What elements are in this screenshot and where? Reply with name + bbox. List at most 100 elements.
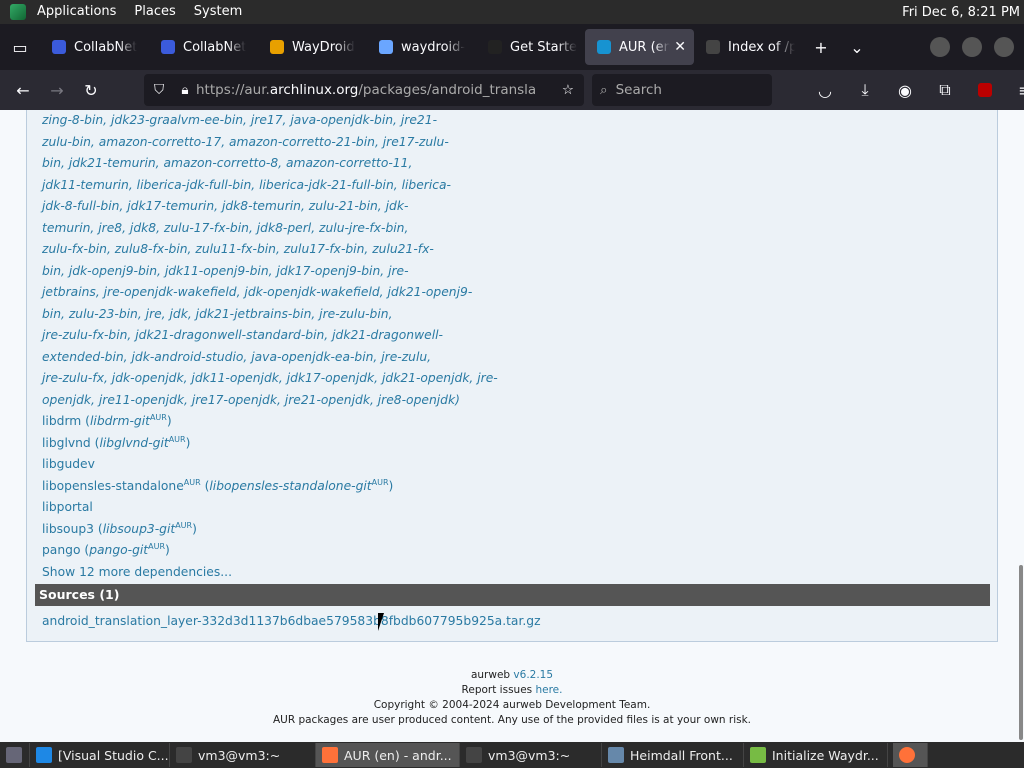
taskbar-window-button[interactable]: Initialize Waydr... [744, 743, 888, 767]
extensions-icon[interactable]: ⧉ [928, 74, 962, 106]
dependency-link[interactable]: libportal [42, 500, 93, 514]
window-maximize-icon[interactable] [962, 37, 982, 57]
page-content: zing-8-bin, jdk23-graalvm-ee-bin, jre17,… [0, 110, 1024, 742]
back-button[interactable]: ← [6, 74, 40, 106]
account-icon[interactable]: ◉ [888, 74, 922, 106]
dependency-item[interactable]: libportal [42, 497, 502, 519]
tab-3[interactable]: waydroid- [367, 29, 476, 65]
alternative-provider-link[interactable]: libopensles-standalone-git [209, 479, 371, 493]
show-desktop-icon[interactable] [0, 743, 30, 767]
search-input[interactable]: ⌕ Search [592, 74, 772, 106]
aur-badge: AUR [149, 412, 167, 422]
tab-title: Get Starte [510, 39, 577, 55]
java-alternatives-line[interactable]: bin, jdk21-temurin, amazon-corretto-8, a… [42, 153, 502, 175]
tab-overview-icon[interactable]: ▭ [0, 29, 40, 65]
ublock-icon[interactable] [968, 74, 1002, 106]
forward-button[interactable]: → [40, 74, 74, 106]
places-menu[interactable]: Places [125, 0, 184, 24]
java-alternatives-line[interactable]: temurin, jre8, jdk8, zulu-17-fx-bin, jdk… [42, 218, 502, 240]
java-alternatives-line[interactable]: jdk-8-full-bin, jdk17-temurin, jdk8-temu… [42, 196, 502, 218]
taskbar-window-button[interactable]: vm3@vm3:~ [460, 743, 602, 767]
java-alternatives-line[interactable]: jetbrains, jre-openjdk-wakefield, jdk-op… [42, 282, 502, 304]
java-alternatives-line[interactable]: zulu-fx-bin, zulu8-fx-bin, zulu11-fx-bin… [42, 239, 502, 261]
pocket-icon[interactable]: ◡ [808, 74, 842, 106]
tab-favicon-icon [488, 40, 502, 54]
system-top-panel: Applications Places System Fri Dec 6, 8:… [0, 0, 1024, 24]
java-alternatives-line[interactable]: jre-zulu-fx-bin, jdk21-dragonwell-standa… [42, 325, 502, 347]
window-minimize-icon[interactable] [930, 37, 950, 57]
tab-strip: ▭ CollabNet CollabNet WayDroid waydroid- Get… [0, 24, 1024, 70]
window-close-icon[interactable] [994, 37, 1014, 57]
dependency-item[interactable]: libopensles-standaloneAUR (libopensles-s… [42, 476, 502, 498]
dependency-item[interactable]: pango (pango-gitAUR) [42, 540, 502, 562]
dependency-item[interactable]: libglvnd (libglvnd-gitAUR) [42, 433, 502, 455]
alternative-provider-link[interactable]: libsoup3-git [103, 522, 175, 536]
reload-button[interactable]: ↻ [74, 74, 108, 106]
tab-title: WayDroid [292, 39, 355, 55]
java-alternatives-line[interactable]: zulu-bin, amazon-corretto-17, amazon-cor… [42, 132, 502, 154]
java-alternatives-line[interactable]: bin, zulu-23-bin, jre, jdk, jdk21-jetbra… [42, 304, 502, 326]
tab-5[interactable]: AUR (en)✕ [585, 29, 694, 65]
tab-1[interactable]: CollabNet [149, 29, 258, 65]
report-issues-link[interactable]: here. [535, 684, 562, 696]
dependency-link[interactable]: libsoup3 [42, 522, 94, 536]
window-app-icon [36, 747, 52, 763]
tab-6[interactable]: Index of /pfp_ [694, 29, 803, 65]
dependency-list: zing-8-bin, jdk23-graalvm-ee-bin, jre17,… [42, 110, 502, 583]
list-all-tabs-icon[interactable]: ⌄ [839, 29, 875, 65]
tracking-protection-icon[interactable]: ⛉ [144, 82, 174, 98]
tab-favicon-icon [706, 40, 720, 54]
dependency-item[interactable]: libdrm (libdrm-gitAUR) [42, 411, 502, 433]
dependency-item[interactable]: libsoup3 (libsoup3-gitAUR) [42, 519, 502, 541]
menu-icon[interactable]: ≡ [1008, 74, 1024, 106]
system-menu[interactable]: System [185, 0, 251, 24]
dependency-link[interactable]: libdrm [42, 414, 81, 428]
url-text[interactable]: https://aur.archlinux.org/packages/andro… [196, 82, 536, 98]
tab-favicon-icon [597, 40, 611, 54]
clock[interactable]: Fri Dec 6, 8:21 PM [902, 5, 1020, 20]
dependency-link[interactable]: libglvnd [42, 436, 91, 450]
alternative-provider-link[interactable]: libdrm-git [90, 414, 150, 428]
java-alternatives-line[interactable]: bin, jdk-openj9-bin, jdk11-openj9-bin, j… [42, 261, 502, 283]
source-file-link[interactable]: android_translation_layer-332d3d1137b6db… [42, 614, 541, 628]
show-more-dependencies-link[interactable]: Show 12 more dependencies... [42, 562, 502, 584]
alternative-provider-link[interactable]: libglvnd-git [99, 436, 168, 450]
java-alternatives-line[interactable]: zing-8-bin, jdk23-graalvm-ee-bin, jre17,… [42, 110, 502, 132]
aur-badge: AUR [371, 477, 389, 487]
java-alternatives-line[interactable]: jre-zulu-fx, jdk-openjdk, jdk11-openjdk,… [42, 368, 502, 390]
close-tab-icon[interactable]: ✕ [674, 39, 686, 55]
tab-4[interactable]: Get Starte [476, 29, 585, 65]
url-bar[interactable]: ⛉ 🔒︎ https://aur.archlinux.org/packages/… [144, 74, 584, 106]
tab-title: waydroid- [401, 39, 466, 55]
tab-2[interactable]: WayDroid [258, 29, 367, 65]
taskbar-window-button[interactable]: [Visual Studio C... [30, 743, 170, 767]
sources-heading: Sources (1) [35, 584, 990, 606]
taskbar-window-button[interactable]: AUR (en) - andr... [316, 743, 460, 767]
tab-title: AUR (en) [619, 39, 671, 55]
taskbar-window-button[interactable]: Heimdall Front... [602, 743, 744, 767]
dependency-link[interactable]: libopensles-standalone [42, 479, 184, 493]
applications-menu[interactable]: Applications [28, 0, 125, 24]
alternative-provider-link[interactable]: pango-git [89, 543, 148, 557]
dependency-item[interactable]: libgudev [42, 454, 502, 476]
java-alternatives-line[interactable]: extended-bin, jdk-android-studio, java-o… [42, 347, 502, 369]
dependency-link[interactable]: libgudev [42, 457, 95, 471]
system-logo-icon[interactable] [10, 4, 26, 20]
aurweb-version-link[interactable]: v6.2.15 [513, 669, 553, 681]
taskbar-window-button[interactable]: vm3@vm3:~ [170, 743, 316, 767]
bookmark-star-icon[interactable]: ☆ [562, 82, 574, 98]
scrollbar[interactable] [1018, 110, 1024, 742]
aur-badge: AUR [183, 477, 201, 487]
dependency-link[interactable]: pango [42, 543, 80, 557]
java-alternatives-line[interactable]: jdk11-temurin, liberica-jdk-full-bin, li… [42, 175, 502, 197]
tab-0[interactable]: CollabNet [40, 29, 149, 65]
java-alternatives-line[interactable]: openjdk, jre11-openjdk, jre17-openjdk, j… [42, 390, 502, 412]
firefox-launcher-icon[interactable] [893, 743, 928, 767]
mouse-cursor-icon [378, 613, 384, 631]
new-tab-button[interactable]: + [803, 29, 839, 65]
tab-title: CollabNet [74, 39, 138, 55]
tab-favicon-icon [270, 40, 284, 54]
downloads-icon[interactable]: ⤓ [848, 74, 882, 106]
lock-icon[interactable]: 🔒︎ [174, 82, 196, 98]
aur-badge: AUR [168, 434, 186, 444]
